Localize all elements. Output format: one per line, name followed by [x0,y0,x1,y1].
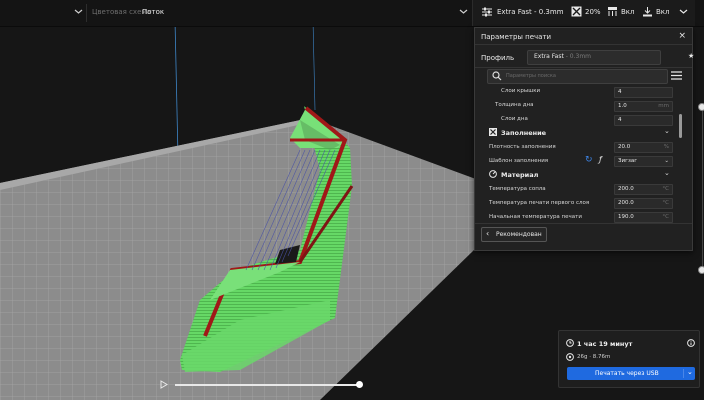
search-input[interactable]: Параметры поиска [487,69,668,84]
print-summary-card: 1 час 19 минут 26g · 8.76m Печатать чере… [558,330,700,388]
infill-pattern-select[interactable]: Зигзаг ⌄ [614,156,673,167]
infill-density-input[interactable]: 20.0% [614,142,673,153]
infill-density-label: Плотность заполнения [489,144,556,150]
color-scheme-select[interactable]: Поток [142,8,164,16]
sliders-icon [481,6,493,20]
chevron-down-icon[interactable]: ⌄ [664,169,670,177]
divider [475,67,692,68]
recommended-label: Рекомендован [496,231,542,238]
print-usb-label: Печатать через USB [595,370,659,377]
chevron-down-icon[interactable]: ⌄ [664,127,670,135]
star-icon[interactable]: ★ [688,52,694,60]
spool-icon [566,353,574,363]
material-section-title[interactable]: Материал [501,171,538,179]
infill-section-title[interactable]: Заполнение [501,129,546,137]
support-value: Вкл [621,8,635,16]
profile-label: Профиль [481,54,515,62]
info-icon[interactable] [687,339,695,349]
print-settings-panel: Параметры печати × Профиль Extra Fast - … [474,27,704,251]
top-layers-label: Слои крышки [501,88,541,94]
profile-summary: Extra Fast - 0.3mm [497,8,564,16]
bottom-thickness-label: Толщина дна [495,102,534,108]
infill-icon [571,6,582,19]
profile-layer-height: - 0.3mm [563,53,592,60]
bottom-thickness-input[interactable]: 1.0 mm [614,101,673,112]
material-icon [489,170,497,178]
material-usage: 26g · 8.76m [577,354,611,360]
infill-value: 20% [585,8,601,16]
infill-pattern-label: Шаблон заполнения [489,158,549,164]
top-toolbar: Цветовая схема Поток Extra Fast - 0.3mm … [0,0,704,27]
search-placeholder: Параметры поиска [506,73,556,79]
chevron-down-icon[interactable]: ⌄ [687,368,693,376]
divider [86,4,87,22]
path-slider-handle[interactable] [356,381,363,388]
layer-slider-handle-bottom[interactable] [698,266,704,274]
top-layers-input[interactable]: 4 [614,87,673,98]
clock-icon [566,339,574,349]
divider [683,369,684,378]
adhesion-value: Вкл [656,8,670,16]
search-icon [492,71,502,83]
play-icon[interactable] [160,380,168,391]
nozzle-temp-input[interactable]: 200.0 °C [614,184,673,195]
profile-select[interactable]: Extra Fast - 0.3mm ★ ⌄ [527,50,704,65]
panel-scrollbar[interactable] [679,114,682,138]
print-time: 1 час 19 минут [577,340,633,348]
divider [475,223,692,224]
layer-slider-track[interactable] [702,110,703,270]
infill-icon [489,128,497,136]
adhesion-icon [642,6,653,19]
panel-title: Параметры печати [481,33,552,41]
support-icon [607,6,618,19]
first-layer-temp-input[interactable]: 200.0 °C [614,198,673,209]
bottom-layers-label: Слои дна [501,116,528,122]
chevron-down-icon[interactable] [459,7,468,19]
layer-slider-handle-top[interactable] [698,103,704,111]
chevron-down-icon[interactable] [679,7,688,18]
print-usb-button[interactable]: Печатать через USB ⌄ [567,367,695,380]
nozzle-temp-label: Температура сопла [489,186,546,192]
initial-temp-label: Начальная температура печати [489,214,582,220]
close-icon[interactable]: × [678,31,686,41]
print-settings-toggle[interactable]: Extra Fast - 0.3mm 20% Вкл Вкл [472,0,695,26]
reset-icon[interactable]: ↻ [585,155,593,165]
chevron-left-icon: ‹ [486,229,490,238]
divider [475,44,692,45]
function-icon[interactable]: ƒ [599,155,602,164]
profile-name: Extra Fast [534,53,564,60]
recommended-button[interactable]: ‹ Рекомендован [481,227,547,242]
bottom-layers-input[interactable]: 4 [614,115,673,126]
first-layer-temp-label: Температура печати первого слоя [489,200,590,206]
menu-icon[interactable] [671,71,682,82]
chevron-down-icon[interactable] [74,7,84,17]
initial-temp-input[interactable]: 190.0 °C [614,212,673,223]
path-slider-track[interactable] [175,384,361,386]
